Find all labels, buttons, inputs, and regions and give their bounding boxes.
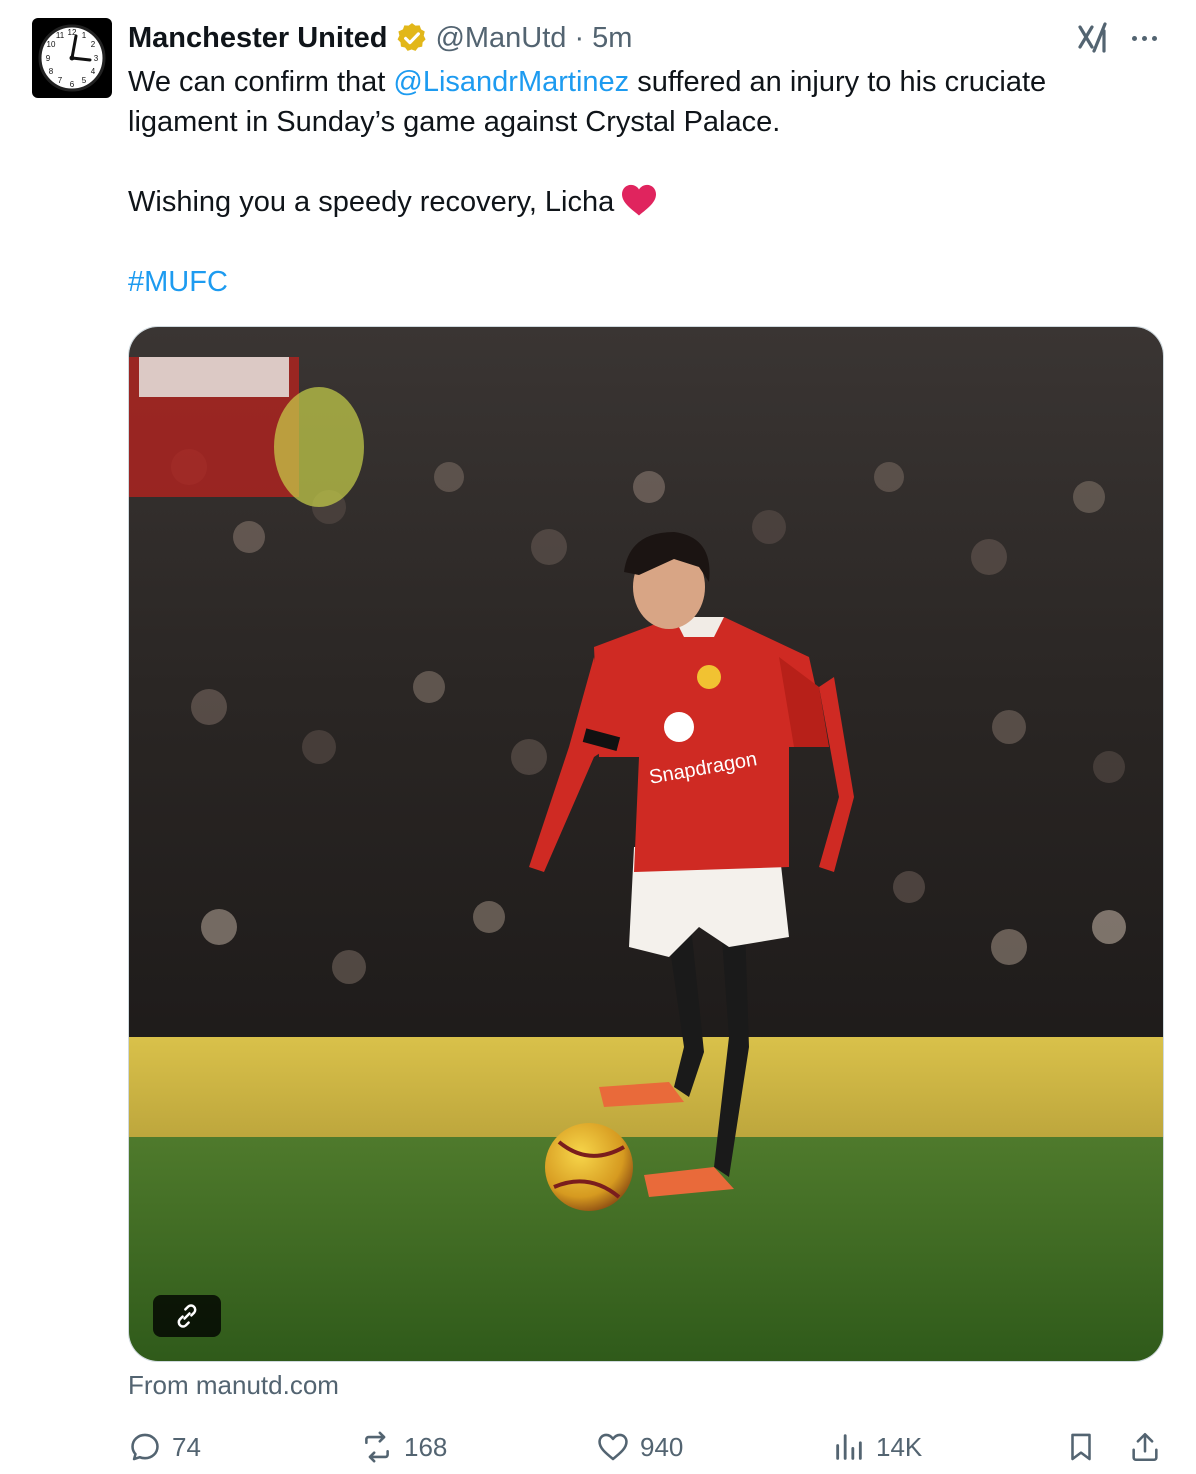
repost-button[interactable]: 168	[360, 1424, 447, 1470]
avatar[interactable]: 12 1 2 345 678 9 10 11	[32, 18, 112, 98]
tweet-header: Manchester United @ManUtd · 5m	[128, 20, 632, 56]
svg-text:8: 8	[49, 67, 54, 76]
repost-icon	[365, 1431, 389, 1463]
header-actions	[1076, 18, 1168, 58]
bookmark-button[interactable]	[1064, 1424, 1098, 1470]
reply-count: 74	[172, 1431, 201, 1462]
share-icon	[1132, 1432, 1158, 1462]
svg-text:7: 7	[58, 76, 63, 85]
hashtag-link[interactable]: #MUFC	[128, 266, 228, 298]
timestamp[interactable]: 5m	[592, 22, 632, 55]
svg-text:9: 9	[46, 54, 51, 63]
heart-icon	[598, 1433, 628, 1461]
svg-text:3: 3	[94, 54, 99, 63]
tweet-text-part: We can confirm that	[128, 66, 394, 98]
svg-text:1: 1	[82, 31, 87, 40]
bookmark-icon	[1071, 1433, 1091, 1461]
reply-button[interactable]: 74	[128, 1424, 201, 1470]
svg-text:5: 5	[82, 76, 87, 85]
svg-text:4: 4	[91, 67, 96, 76]
separator: ·	[574, 21, 585, 54]
author-handle[interactable]: @ManUtd	[435, 22, 566, 55]
more-options-icon[interactable]	[1132, 33, 1168, 43]
link-source[interactable]: From manutd.com	[128, 1370, 339, 1401]
gold-verified-badge-icon[interactable]	[395, 21, 429, 55]
red-heart-icon	[622, 184, 657, 216]
views-button[interactable]: 14K	[832, 1424, 922, 1470]
svg-text:10: 10	[47, 40, 56, 49]
repost-count: 168	[404, 1431, 448, 1462]
like-button[interactable]: 940	[596, 1424, 683, 1470]
clock-icon: 12 12 345 678 91011	[38, 24, 106, 92]
media-card[interactable]: Snapdragon	[128, 326, 1164, 1362]
tweet-text-line: Wishing you a speedy recovery, Licha	[128, 186, 615, 218]
mention-link[interactable]: @LisandrMartinez	[393, 66, 629, 98]
link-badge[interactable]	[153, 1295, 221, 1337]
author-name[interactable]: Manchester United	[128, 22, 387, 55]
svg-text:11: 11	[56, 31, 65, 40]
views-count: 14K	[876, 1431, 923, 1462]
grok-icon[interactable]	[1076, 21, 1110, 55]
svg-text:2: 2	[91, 40, 96, 49]
analytics-icon	[836, 1434, 862, 1460]
link-icon	[177, 1304, 197, 1328]
like-count: 940	[640, 1431, 684, 1462]
player-photo: Snapdragon	[129, 327, 1163, 1361]
action-bar: 74 168 940 14K	[128, 1424, 1168, 1470]
tweet-text: We can confirm that @LisandrMartinez suf…	[128, 62, 1158, 302]
share-button[interactable]	[1128, 1424, 1162, 1470]
reply-icon	[131, 1433, 159, 1461]
svg-text:6: 6	[70, 80, 75, 89]
